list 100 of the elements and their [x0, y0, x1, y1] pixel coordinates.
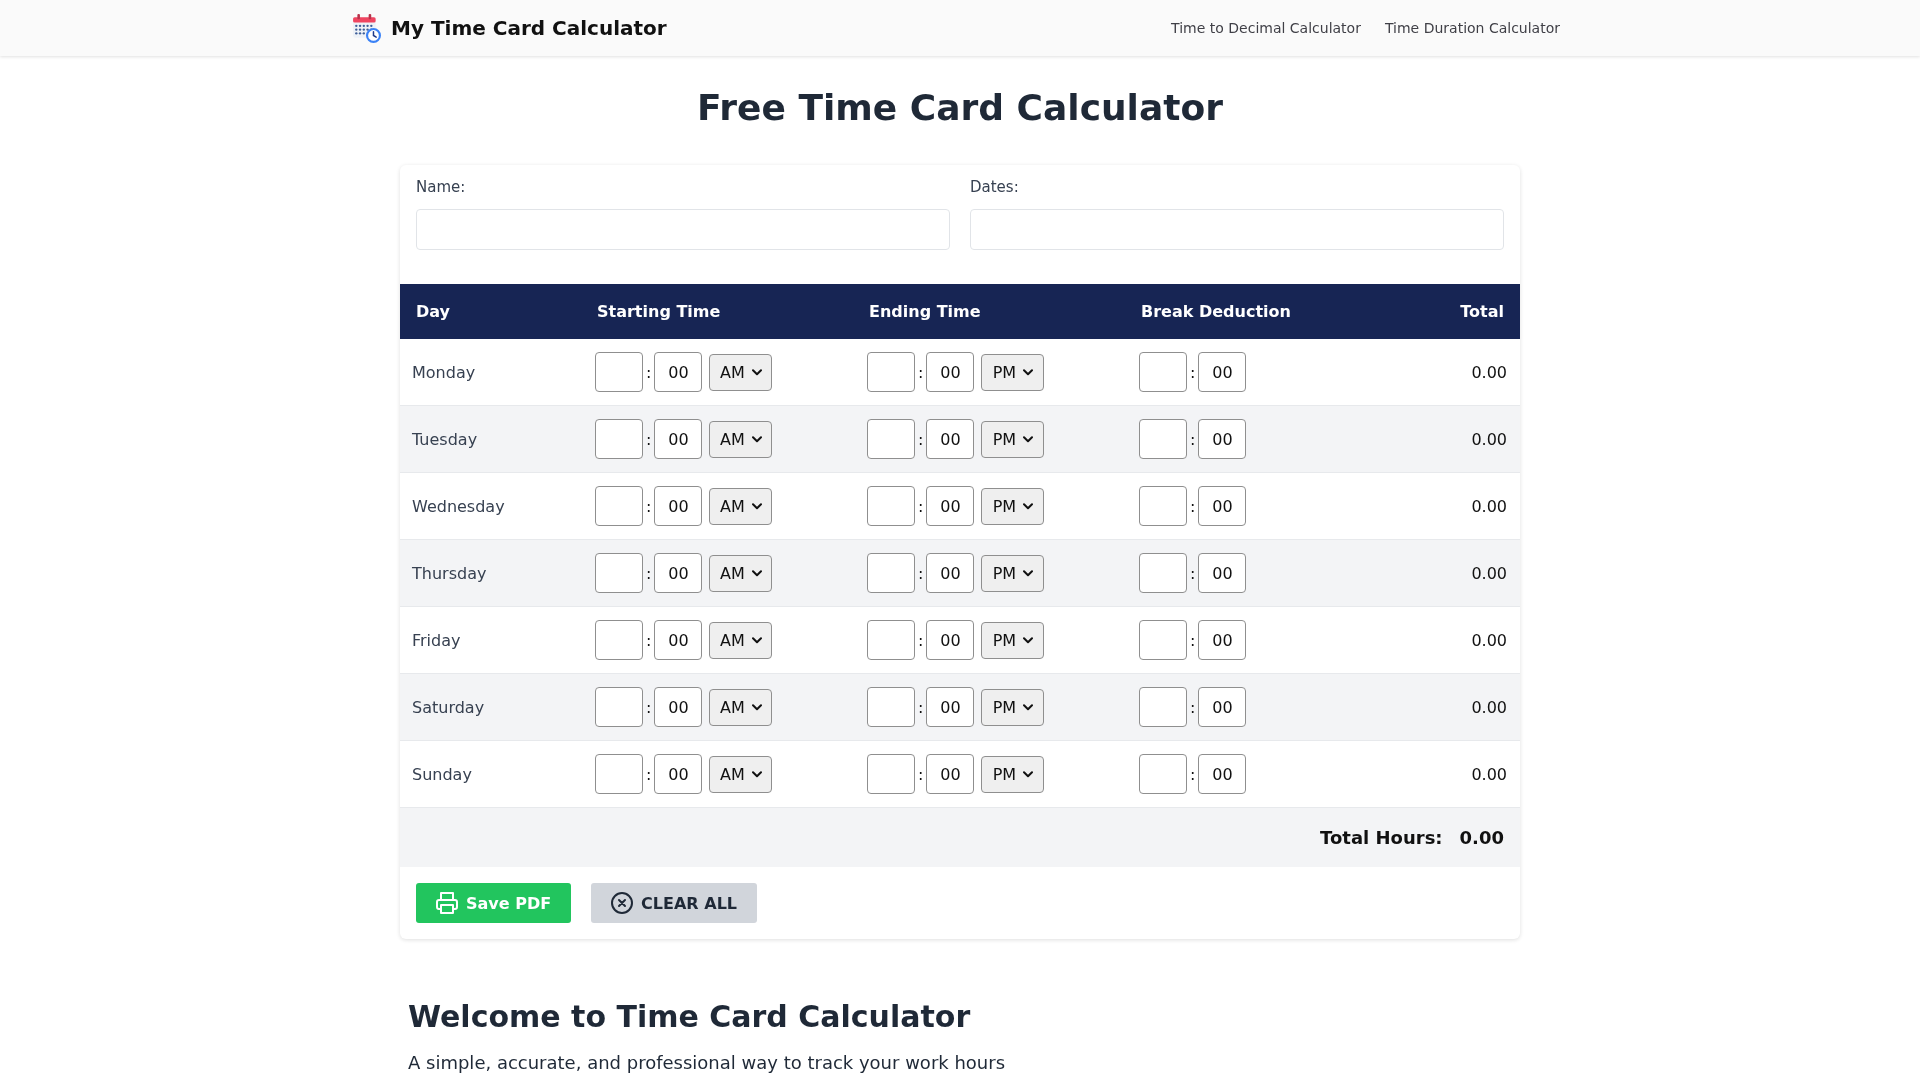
hour-input[interactable] [595, 486, 643, 526]
total-cell-text: 0.00 [1470, 697, 1508, 717]
minute-input[interactable]: 00 [1198, 352, 1247, 392]
clear-all-button[interactable]: CLEAR ALL [591, 883, 758, 923]
period-select[interactable]: PM [981, 688, 1045, 726]
hour-input[interactable] [1139, 620, 1187, 660]
period-select[interactable]: PM [981, 755, 1045, 793]
intro-text: A simple, accurate, and professional way to track your work hours [408, 1051, 1007, 1075]
minute-input[interactable]: 00 [926, 419, 975, 459]
hour-input[interactable] [1139, 687, 1187, 727]
total-cell-text: 0.00 [1470, 563, 1508, 583]
time-separator: : [918, 630, 924, 650]
minute-input[interactable]: 00 [1198, 419, 1247, 459]
page-title: Free Time Card Calculator [696, 86, 1224, 130]
time-separator: : [918, 697, 924, 717]
hour-input[interactable] [595, 419, 643, 459]
hour-input[interactable] [867, 419, 915, 459]
minute-input[interactable]: 00 [1198, 754, 1247, 794]
day-cell-text: Monday [411, 362, 477, 382]
period-select[interactable]: PM [981, 621, 1045, 659]
minute-input[interactable]: 00 [926, 754, 975, 794]
period-select[interactable]: PM [981, 420, 1045, 458]
hour-input[interactable] [867, 620, 915, 660]
day-cell-text: Tuesday [411, 429, 479, 449]
time-separator: : [918, 496, 924, 516]
hour-input[interactable] [1139, 419, 1187, 459]
period-select[interactable]: AM [709, 688, 773, 726]
period-select[interactable]: PM [981, 487, 1045, 525]
day-cell-text: Wednesday [411, 496, 506, 516]
minute-input[interactable]: 00 [926, 687, 975, 727]
total-hours-label: Total Hours: [1320, 827, 1443, 848]
field-label: Name: [416, 177, 467, 197]
minute-input[interactable]: 00 [654, 553, 703, 593]
minute-input[interactable]: 00 [654, 687, 703, 727]
period-select[interactable]: AM [709, 420, 773, 458]
hour-input[interactable] [1139, 553, 1187, 593]
hour-input[interactable] [595, 620, 643, 660]
caret-icon [1023, 569, 1034, 577]
minute-input[interactable]: 00 [1198, 620, 1247, 660]
time-separator: : [918, 563, 924, 583]
time-separator: : [646, 764, 652, 784]
minute-input[interactable]: 00 [1198, 553, 1247, 593]
caret-icon [1023, 435, 1034, 443]
time-separator: : [646, 630, 652, 650]
caret-icon [751, 703, 762, 711]
period-select[interactable]: AM [709, 487, 773, 525]
time-separator: : [1190, 429, 1196, 449]
period-select[interactable]: AM [709, 353, 773, 391]
minute-input[interactable]: 00 [926, 553, 975, 593]
caret-icon [751, 368, 762, 376]
time-separator: : [1190, 697, 1196, 717]
hour-input[interactable] [595, 687, 643, 727]
total-cell-text: 0.00 [1470, 764, 1508, 784]
period-select[interactable]: PM [981, 353, 1045, 391]
hour-input[interactable] [595, 352, 643, 392]
hour-input[interactable] [1139, 754, 1187, 794]
hour-input[interactable] [1139, 486, 1187, 526]
hour-input[interactable] [867, 486, 915, 526]
time-separator: : [646, 697, 652, 717]
hour-input[interactable] [1139, 352, 1187, 392]
text-field[interactable] [970, 209, 1504, 250]
hour-input[interactable] [595, 754, 643, 794]
section-heading: Welcome to Time Card Calculator [408, 999, 972, 1035]
hour-input[interactable] [867, 352, 915, 392]
site-title[interactable]: My Time Card Calculator [391, 16, 667, 40]
total-cell-text: 0.00 [1470, 429, 1508, 449]
hour-input[interactable] [867, 687, 915, 727]
hour-input[interactable] [595, 553, 643, 593]
time-separator: : [646, 563, 652, 583]
text-field[interactable] [416, 209, 950, 250]
caret-icon [1023, 636, 1034, 644]
minute-input[interactable]: 00 [654, 419, 703, 459]
field-label: Dates: [970, 177, 1020, 197]
time-separator: : [1190, 362, 1196, 382]
minute-input[interactable]: 00 [654, 620, 703, 660]
minute-input[interactable]: 00 [654, 754, 703, 794]
minute-input[interactable]: 00 [1198, 486, 1247, 526]
day-cell-text: Saturday [411, 697, 486, 717]
nav-link[interactable]: Time to Decimal Calculator [1163, 16, 1369, 40]
period-select[interactable]: PM [981, 554, 1045, 592]
total-cell-text: 0.00 [1470, 362, 1508, 382]
period-select[interactable]: AM [709, 554, 773, 592]
hour-input[interactable] [867, 553, 915, 593]
hour-input[interactable] [867, 754, 915, 794]
caret-icon [751, 569, 762, 577]
period-select[interactable]: AM [709, 621, 773, 659]
minute-input[interactable]: 00 [654, 352, 703, 392]
nav-link[interactable]: Time Duration Calculator [1376, 16, 1568, 40]
minute-input[interactable]: 00 [654, 486, 703, 526]
day-cell-text: Sunday [411, 764, 473, 784]
column-header: Day [415, 302, 451, 321]
minute-input[interactable]: 00 [926, 352, 975, 392]
time-separator: : [1190, 563, 1196, 583]
period-select[interactable]: AM [709, 755, 773, 793]
printer-icon [436, 892, 458, 914]
caret-icon [751, 435, 762, 443]
minute-input[interactable]: 00 [926, 486, 975, 526]
minute-input[interactable]: 00 [926, 620, 975, 660]
caret-icon [1023, 368, 1034, 376]
minute-input[interactable]: 00 [1198, 687, 1247, 727]
